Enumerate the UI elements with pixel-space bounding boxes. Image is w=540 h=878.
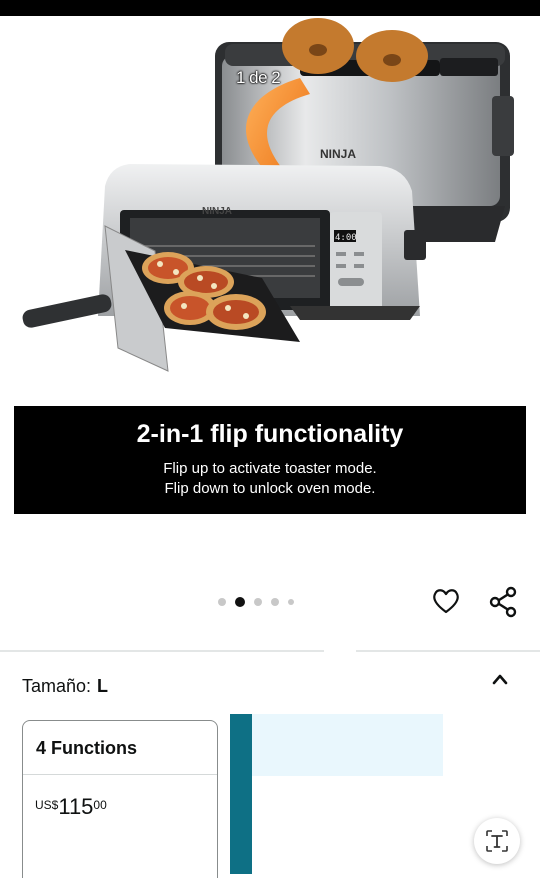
variant-option-name: 4 Functions bbox=[23, 721, 217, 775]
carousel-dot[interactable] bbox=[254, 598, 262, 606]
share-icon[interactable] bbox=[487, 586, 519, 618]
size-value: L bbox=[97, 676, 109, 696]
chevron-up-icon[interactable] bbox=[490, 670, 510, 688]
text-recognition-icon bbox=[486, 830, 508, 852]
feature-caption: 2-in-1 flip functionality Flip up to act… bbox=[14, 406, 526, 514]
caption-line-1: Flip up to activate toaster mode. bbox=[163, 460, 377, 477]
carousel-dot[interactable] bbox=[271, 598, 279, 606]
section-divider bbox=[0, 650, 324, 652]
variant-swatch[interactable] bbox=[252, 714, 443, 776]
variant-option-card[interactable]: 4 Functions US$ 115 00 bbox=[22, 720, 218, 878]
image-counter: 1 de 2 bbox=[236, 68, 281, 87]
heart-icon[interactable] bbox=[431, 586, 461, 616]
price-fraction: 00 bbox=[93, 798, 107, 812]
brand-logo-top: NINJA bbox=[320, 147, 356, 161]
display-readout: 4:00 bbox=[335, 233, 357, 243]
tray-handle bbox=[22, 294, 112, 328]
text-recognition-button[interactable] bbox=[474, 818, 520, 864]
size-selector-header[interactable]: Tamaño: L bbox=[22, 676, 108, 697]
carousel-dot-active[interactable] bbox=[235, 597, 245, 607]
variant-swatch-selected[interactable] bbox=[230, 714, 252, 874]
carousel-dots[interactable] bbox=[218, 597, 294, 607]
brand-logo-front: NINJA bbox=[202, 206, 232, 217]
variant-option-price: US$ 115 00 bbox=[23, 775, 217, 819]
caption-title: 2-in-1 flip functionality bbox=[136, 420, 404, 448]
size-label: Tamaño: bbox=[22, 676, 92, 696]
price-currency: US$ bbox=[35, 798, 59, 812]
price-whole: 115 bbox=[58, 794, 94, 819]
carousel-dot[interactable] bbox=[218, 598, 226, 606]
caption-line-2: Flip down to unlock oven mode. bbox=[164, 480, 376, 497]
section-divider bbox=[356, 650, 540, 652]
product-image-gallery[interactable]: NINJA 4:00 NINJA 1 de 2 2-in-1 flip func… bbox=[0, 16, 540, 576]
status-bar bbox=[0, 0, 540, 16]
carousel-dot[interactable] bbox=[288, 599, 294, 605]
